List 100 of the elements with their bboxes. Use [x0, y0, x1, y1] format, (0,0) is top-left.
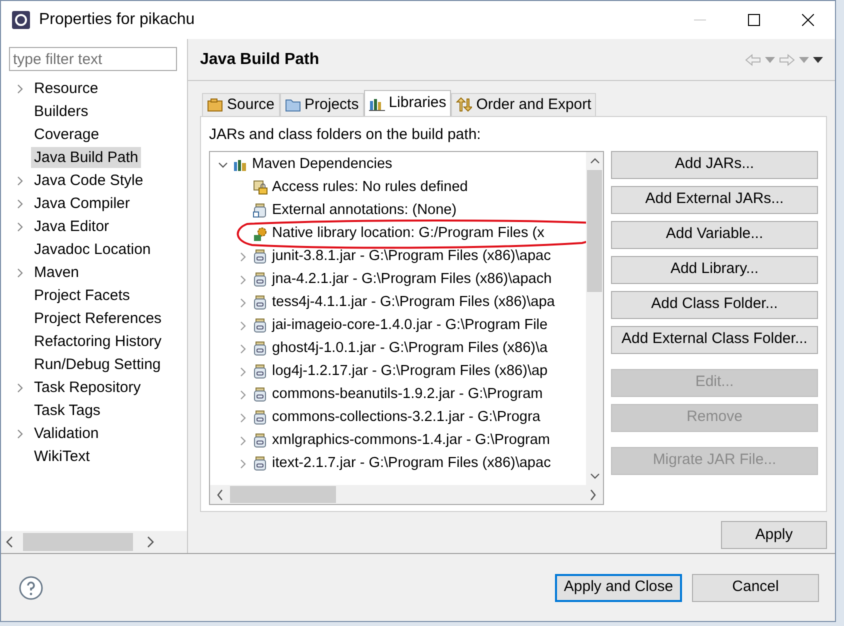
sidebar-item[interactable]: Java Code Style	[31, 170, 146, 191]
caret-icon[interactable]	[17, 176, 23, 186]
lock-icon	[253, 180, 269, 196]
jar-icon	[253, 341, 269, 357]
tree-item[interactable]: itext-2.1.7.jar - G:\Program Files (x86)\apac	[272, 453, 551, 475]
sidebar-item[interactable]: Project Facets	[31, 285, 133, 306]
source-tab-icon	[207, 97, 223, 113]
jar-icon	[253, 203, 269, 219]
sidebar-item[interactable]: Builders	[31, 101, 92, 122]
action-button[interactable]: Add JARs...	[611, 150, 818, 178]
dialog-button[interactable]: Apply and Close	[555, 574, 682, 602]
section-caption: JARs and class folders on the build path:	[209, 125, 482, 145]
dialog-button[interactable]: Cancel	[692, 574, 819, 602]
jar-icon	[253, 272, 269, 288]
dropdown-icon[interactable]	[765, 56, 775, 62]
sidebar-item[interactable]: Maven	[31, 262, 82, 283]
jar-icon	[253, 433, 269, 449]
collapsed-caret-icon[interactable]	[240, 367, 246, 377]
expanded-caret-icon[interactable]	[218, 162, 228, 168]
tab[interactable]: Source	[202, 93, 280, 116]
tree-item[interactable]: xmlgraphics-commons-1.4.jar - G:\Program	[272, 430, 550, 452]
action-button[interactable]: Add Class Folder...	[611, 290, 818, 318]
jar-icon	[253, 410, 269, 426]
tree-item[interactable]: commons-collections-3.2.1.jar - G:\Progra	[272, 407, 540, 429]
tree-item[interactable]: External annotations: (None)	[272, 200, 457, 222]
view-menu-icon[interactable]	[813, 56, 823, 62]
library-icon	[233, 157, 249, 173]
collapsed-caret-icon[interactable]	[240, 298, 246, 308]
page-title: Java Build Path	[200, 50, 320, 70]
sidebar-item[interactable]: Java Build Path	[31, 147, 142, 168]
filter-field[interactable]: type filter text	[9, 47, 177, 71]
caret-icon[interactable]	[17, 382, 23, 392]
tree-item[interactable]: tess4j-4.1.1.jar - G:\Program Files (x86)\apa	[272, 292, 555, 314]
collapsed-caret-icon[interactable]	[240, 436, 246, 446]
maximize-icon[interactable]	[748, 14, 760, 26]
dropdown-icon[interactable]	[799, 56, 809, 62]
jar-icon	[253, 364, 269, 380]
scroll-right-icon[interactable]	[589, 488, 597, 500]
sidebar-item[interactable]: Resource	[31, 78, 102, 99]
collapsed-caret-icon[interactable]	[240, 252, 246, 262]
sidebar-item[interactable]: WikiText	[31, 446, 93, 467]
scroll-down-icon[interactable]	[590, 473, 600, 479]
back-arrow-icon[interactable]	[745, 54, 761, 66]
eclipse-icon	[11, 10, 31, 30]
help-icon[interactable]	[19, 576, 43, 600]
sidebar-item[interactable]: Javadoc Location	[31, 239, 154, 260]
sidebar-item[interactable]: Validation	[31, 423, 102, 444]
sidebar-item[interactable]: Java Editor	[31, 216, 112, 237]
collapsed-caret-icon[interactable]	[240, 344, 246, 354]
scrollbar-thumb[interactable]	[230, 486, 336, 503]
collapsed-caret-icon[interactable]	[240, 275, 246, 285]
sidebar-item[interactable]: Project References	[31, 308, 165, 329]
scrollbar-thumb[interactable]	[23, 533, 133, 551]
sidebar-item[interactable]: Task Tags	[31, 400, 104, 421]
jar-icon	[253, 318, 269, 334]
sidebar-item[interactable]: Run/Debug Setting	[31, 354, 164, 375]
action-button[interactable]: Add Variable...	[611, 220, 818, 248]
scroll-right-icon[interactable]	[145, 536, 155, 548]
close-icon[interactable]	[802, 14, 814, 26]
collapsed-caret-icon[interactable]	[240, 321, 246, 331]
caret-icon[interactable]	[17, 268, 23, 278]
action-button[interactable]: Add External JARs...	[611, 186, 818, 214]
tree-item[interactable]: Native library location: G:/Program Files (x	[272, 223, 544, 245]
scroll-left-icon[interactable]	[216, 488, 224, 500]
collapsed-caret-icon[interactable]	[240, 390, 246, 400]
caret-icon[interactable]	[17, 198, 23, 208]
collapsed-caret-icon[interactable]	[240, 413, 246, 423]
window-title: Properties for pikachu	[39, 10, 195, 30]
action-button[interactable]: Add Library...	[611, 256, 818, 284]
tree-item[interactable]: log4j-1.2.17.jar - G:\Program Files (x86)\ap	[272, 361, 548, 383]
caret-icon[interactable]	[17, 428, 23, 438]
tree-item[interactable]: commons-beanutils-1.9.2.jar - G:\Program	[272, 384, 543, 406]
gear-icon	[253, 226, 269, 242]
caret-icon[interactable]	[17, 84, 23, 94]
tree-item[interactable]: Access rules: No rules defined	[272, 177, 468, 199]
sidebar-item[interactable]: Java Compiler	[31, 193, 133, 214]
action-button[interactable]: Add External Class Folder...	[611, 326, 818, 354]
jar-icon	[253, 387, 269, 403]
collapsed-caret-icon[interactable]	[240, 459, 246, 469]
sidebar-item[interactable]: Refactoring History	[31, 331, 165, 352]
jar-icon	[253, 295, 269, 311]
tree-item[interactable]: junit-3.8.1.jar - G:\Program Files (x86)\apac	[272, 246, 551, 268]
tree-item[interactable]: jna-4.2.1.jar - G:\Program Files (x86)\apach	[272, 269, 552, 291]
caret-icon[interactable]	[17, 222, 23, 232]
tree-item[interactable]: Maven Dependencies	[252, 154, 392, 176]
scroll-left-icon[interactable]	[5, 536, 15, 548]
sidebar-item[interactable]: Task Repository	[31, 377, 144, 398]
forward-arrow-icon[interactable]	[779, 54, 795, 66]
tab[interactable]: Libraries	[364, 90, 452, 116]
tree-item[interactable]: ghost4j-1.0.1.jar - G:\Program Files (x86)\a	[272, 338, 548, 360]
tree-item[interactable]: jai-imageio-core-1.4.0.jar - G:\Program File	[272, 315, 548, 337]
scroll-up-icon[interactable]	[590, 158, 600, 164]
jar-icon	[253, 456, 269, 472]
projects-tab-icon	[284, 97, 301, 113]
sidebar-item[interactable]: Coverage	[31, 124, 102, 145]
tab[interactable]: Projects	[280, 93, 364, 116]
tab[interactable]: Order and Export	[451, 93, 596, 116]
jar-icon	[253, 249, 269, 265]
apply-button[interactable]: Apply	[721, 521, 827, 549]
scrollbar-thumb[interactable]	[587, 170, 602, 292]
